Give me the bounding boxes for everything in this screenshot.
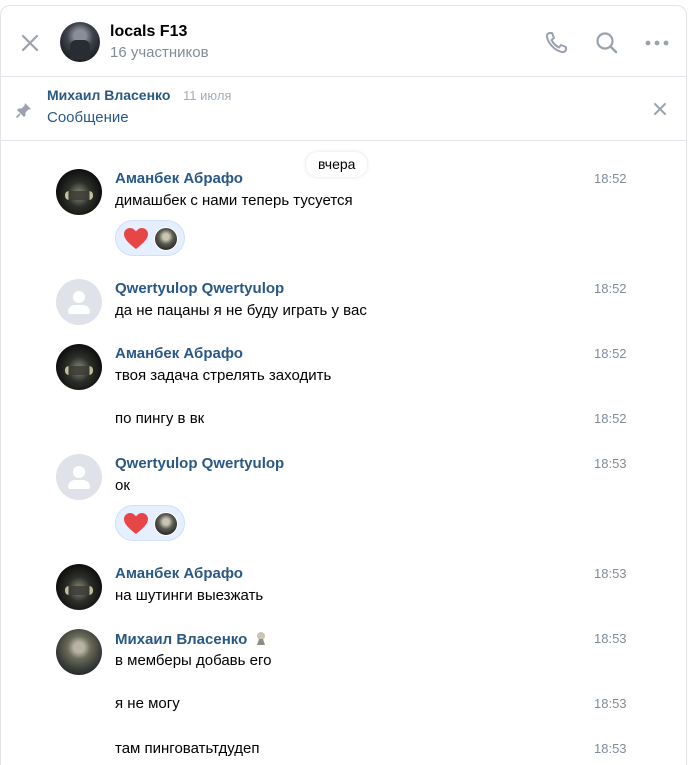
message-time[interactable]: 18:53 [594,566,627,581]
heart-icon [124,228,148,249]
members-count[interactable]: 16 участников [110,44,209,61]
chat-window: locals F13 16 участников Михаил Власенко… [0,5,687,765]
message-text: ок [115,477,130,494]
avatar[interactable] [56,454,102,500]
message-author[interactable]: Аманбек Абрафо [115,565,243,582]
message-time[interactable]: 18:52 [594,281,627,296]
reaction-pill[interactable] [115,220,185,256]
avatar[interactable] [56,564,102,610]
message-text: димашбек с нами теперь тусуется [115,192,353,209]
avatar[interactable] [56,169,102,215]
author-name[interactable]: Михаил Власенко [115,631,247,648]
message-author[interactable]: Qwertyulop Qwertyulop [115,455,284,472]
pinned-author[interactable]: Михаил Власенко [47,87,170,103]
message-author[interactable]: Qwertyulop Qwertyulop [115,280,284,297]
search-icon[interactable] [593,29,621,57]
message-author[interactable]: Аманбек Абрафо [115,170,243,187]
message-list: Аманбек Абрафо димашбек с нами теперь ту… [1,142,686,765]
unpin-close-icon[interactable] [651,100,669,118]
pin-icon [15,103,31,119]
message-text: твоя задача стрелять заходить [115,367,332,384]
reactor-avatar [154,227,178,251]
more-icon[interactable] [643,29,671,57]
avatar[interactable] [56,629,102,675]
message-time[interactable]: 18:52 [594,411,627,426]
message-text: в мемберы добавь его [115,652,272,669]
message-text: да не пацаны я не буду играть у вас [115,302,367,319]
reactor-avatar [154,512,178,536]
pinned-message[interactable]: Михаил Власенко 11 июля Сообщение [1,77,686,141]
pinned-text[interactable]: Сообщение [47,109,129,126]
message-text: на шутинги выезжать [115,587,264,604]
avatar[interactable] [56,279,102,325]
heart-icon [124,513,148,534]
avatar[interactable] [56,344,102,390]
phone-icon[interactable] [542,29,570,57]
message-time[interactable]: 18:53 [594,456,627,471]
message-author[interactable]: Аманбек Абрафо [115,345,243,362]
message-time[interactable]: 18:53 [594,631,627,646]
date-separator: вчера [306,152,368,177]
message-text: по пингу в вк [115,410,205,427]
reaction-pill[interactable] [115,505,185,541]
message-time[interactable]: 18:52 [594,346,627,361]
message-time[interactable]: 18:52 [594,171,627,186]
message-text: я не могу [115,695,180,712]
message-author[interactable]: Михаил Власенко [115,630,269,648]
chat-avatar[interactable] [60,22,100,62]
chat-header: locals F13 16 участников [1,6,686,77]
chat-title[interactable]: locals F13 [110,23,187,41]
sticker-badge-icon [257,632,266,645]
close-icon[interactable] [17,30,43,56]
message-time[interactable]: 18:53 [594,696,627,711]
message-text: там пинговатьтдудеп [115,740,260,757]
pinned-date: 11 июля [183,88,232,103]
message-time[interactable]: 18:53 [594,741,627,756]
